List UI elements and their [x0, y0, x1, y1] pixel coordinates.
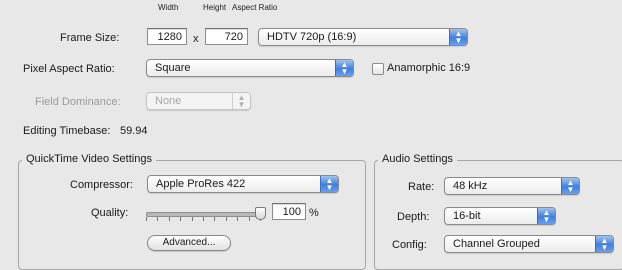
- quality-slider-tick: [169, 217, 170, 221]
- width-header: Width: [158, 3, 179, 12]
- aspect-ratio-header: Aspect Ratio: [232, 3, 278, 12]
- times-symbol: x: [193, 33, 199, 45]
- compressor-label: Compressor:: [70, 179, 133, 191]
- config-popup-label: Channel Grouped: [453, 238, 540, 250]
- pixel-aspect-ratio-popup[interactable]: Square ▲ ▼: [146, 59, 354, 77]
- quality-slider-track: [146, 212, 262, 217]
- quality-label: Quality:: [91, 207, 129, 219]
- pixel-aspect-ratio-label: Pixel Aspect Ratio:: [23, 63, 115, 75]
- rate-popup[interactable]: 48 kHz ▲ ▼: [444, 177, 580, 195]
- quality-slider-tick: [203, 217, 204, 221]
- popup-arrows-icon: ▲ ▼: [335, 60, 353, 76]
- aspect-ratio-popup-label: HDTV 720p (16:9): [267, 31, 357, 43]
- quality-percent-field[interactable]: 100: [272, 203, 306, 220]
- frame-width-field[interactable]: 1280: [147, 28, 187, 45]
- quality-slider-tick: [249, 217, 250, 221]
- editing-timebase-label: Editing Timebase:: [23, 125, 111, 137]
- height-header: Height: [203, 3, 227, 12]
- popup-arrows-icon: ▲ ▼: [449, 29, 467, 45]
- quality-slider-tick: [214, 217, 215, 221]
- config-label: Config:: [392, 239, 427, 251]
- quality-slider-thumb[interactable]: [255, 207, 266, 220]
- popup-arrows-icon: ▲ ▼: [320, 176, 338, 192]
- depth-popup-label: 16-bit: [453, 210, 481, 222]
- quality-slider-tick: [192, 217, 193, 221]
- audio-settings-title: Audio Settings: [378, 153, 457, 165]
- quality-unit: %: [309, 207, 319, 219]
- pixel-aspect-ratio-popup-label: Square: [155, 62, 191, 74]
- config-popup[interactable]: Channel Grouped ▲ ▼: [444, 235, 614, 253]
- popup-arrows-icon: ▲ ▼: [232, 93, 250, 109]
- compressor-popup[interactable]: Apple ProRes 422 ▲ ▼: [147, 175, 339, 193]
- anamorphic-checkbox[interactable]: [372, 63, 384, 75]
- rate-popup-label: 48 kHz: [453, 180, 488, 192]
- popup-arrows-icon: ▲ ▼: [537, 208, 555, 224]
- quality-slider-tick: [226, 217, 227, 221]
- anamorphic-label: Anamorphic 16:9: [387, 62, 471, 74]
- quality-slider-tick: [237, 217, 238, 221]
- quality-slider-tick: [157, 217, 158, 221]
- compressor-popup-label: Apple ProRes 422: [156, 178, 246, 190]
- depth-label: Depth:: [397, 211, 430, 223]
- popup-arrows-icon: ▲ ▼: [595, 236, 613, 252]
- advanced-button[interactable]: Advanced...: [147, 235, 231, 251]
- field-dominance-popup-label: None: [155, 95, 182, 107]
- editing-timebase-value: 59.94: [120, 125, 148, 137]
- frame-size-label: Frame Size:: [60, 32, 120, 44]
- quicktime-video-settings-title: QuickTime Video Settings: [22, 153, 156, 165]
- popup-arrows-icon: ▲ ▼: [561, 178, 579, 194]
- quality-slider[interactable]: [146, 204, 266, 222]
- depth-popup[interactable]: 16-bit ▲ ▼: [444, 207, 556, 225]
- quality-slider-tick: [180, 217, 181, 221]
- aspect-ratio-popup[interactable]: HDTV 720p (16:9) ▲ ▼: [258, 28, 468, 46]
- field-dominance-label: Field Dominance:: [35, 96, 121, 108]
- rate-label: Rate:: [408, 181, 435, 193]
- frame-height-field[interactable]: 720: [205, 28, 248, 45]
- field-dominance-popup[interactable]: None ▲ ▼: [146, 92, 251, 110]
- quality-slider-tick: [146, 217, 147, 221]
